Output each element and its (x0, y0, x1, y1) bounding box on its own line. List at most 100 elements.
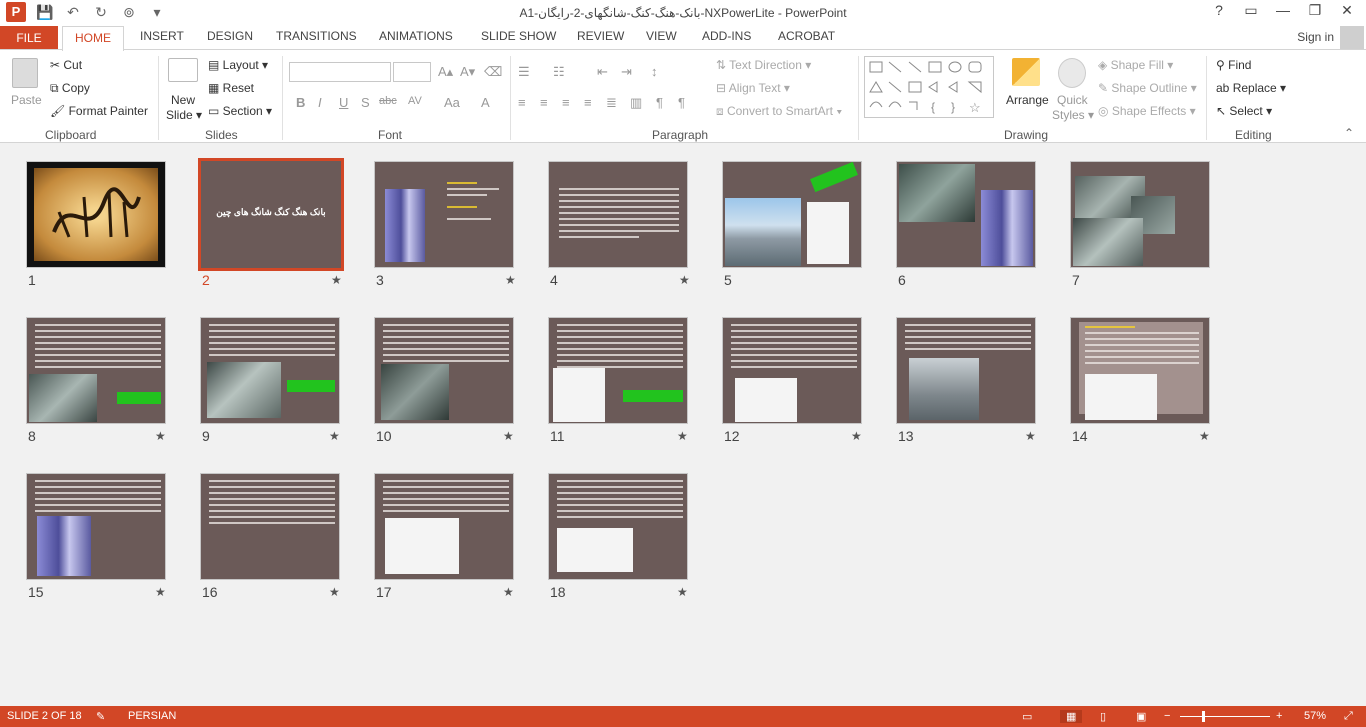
shape-fill-button[interactable]: ◈ Shape Fill ▾ (1098, 58, 1173, 72)
convert-smartart-button[interactable]: ⧈ Convert to SmartArt ▾ (716, 104, 842, 119)
strikethrough-button[interactable]: abc (379, 95, 397, 107)
slide-thumbnail[interactable] (548, 317, 688, 424)
quick-styles-button[interactable]: Quick (1057, 93, 1088, 107)
tab-design[interactable]: DESIGN (207, 29, 253, 43)
animation-star-icon[interactable]: ★ (331, 273, 342, 287)
align-left-icon[interactable]: ≡ (518, 95, 526, 110)
decrease-indent-icon[interactable]: ⇤ (597, 64, 608, 80)
shape-effects-button[interactable]: ◎ Shape Effects ▾ (1098, 104, 1196, 118)
slide-thumbnail[interactable] (200, 473, 340, 580)
sign-in-link[interactable]: Sign in (1297, 30, 1334, 44)
avatar[interactable] (1340, 26, 1364, 50)
grow-font-icon[interactable]: A▴ (438, 64, 453, 80)
tab-animations[interactable]: ANIMATIONS (379, 29, 453, 43)
ltr-icon[interactable]: ¶ (678, 95, 685, 110)
animation-star-icon[interactable]: ★ (1025, 429, 1036, 443)
cut-button[interactable]: ✂ Cut (50, 58, 82, 72)
align-right-icon[interactable]: ≡ (562, 95, 570, 110)
zoom-slider-thumb[interactable] (1202, 711, 1205, 722)
zoom-level[interactable]: 57% (1304, 710, 1326, 722)
font-name-field[interactable] (289, 62, 391, 82)
animation-star-icon[interactable]: ★ (677, 585, 688, 599)
slide-thumbnail[interactable] (722, 317, 862, 424)
slide-thumbnail[interactable] (26, 317, 166, 424)
align-text-button[interactable]: ⊟ Align Text ▾ (716, 81, 790, 95)
reset-button[interactable]: ▦ Reset (208, 81, 254, 95)
animation-star-icon[interactable]: ★ (503, 585, 514, 599)
tab-view[interactable]: VIEW (646, 29, 677, 43)
font-color-button[interactable]: A (481, 95, 490, 110)
tab-slide-show[interactable]: SLIDE SHOW (481, 29, 556, 43)
copy-button[interactable]: ⧉ Copy (50, 81, 90, 96)
slide-thumbnail[interactable] (200, 317, 340, 424)
slideshow-view-icon[interactable]: ▣ (1136, 710, 1146, 723)
animation-star-icon[interactable]: ★ (505, 273, 516, 287)
slide-thumbnail[interactable] (374, 317, 514, 424)
slide-thumbnail[interactable] (26, 473, 166, 580)
slide-thumbnail[interactable] (374, 473, 514, 580)
slide-thumbnail[interactable] (1070, 317, 1210, 424)
shape-outline-button[interactable]: ✎ Shape Outline ▾ (1098, 81, 1197, 95)
replace-button[interactable]: ab Replace ▾ (1216, 81, 1286, 95)
minimize-button[interactable]: — (1270, 2, 1296, 19)
layout-button[interactable]: ▤ Layout ▾ (208, 58, 268, 72)
slide-thumbnail[interactable] (896, 317, 1036, 424)
underline-button[interactable]: U (339, 95, 348, 110)
quick-styles-dropdown[interactable]: Styles ▾ (1052, 108, 1094, 122)
shrink-font-icon[interactable]: A▾ (460, 64, 475, 80)
format-painter-button[interactable]: 🖌 Format Painter (50, 104, 148, 118)
restore-button[interactable]: ❐ (1302, 2, 1328, 19)
slide-thumbnail[interactable] (26, 161, 166, 268)
tab-home[interactable]: HOME (62, 26, 124, 51)
italic-button[interactable]: I (318, 95, 322, 110)
arrange-icon[interactable] (1012, 58, 1040, 86)
section-button[interactable]: ▭ Section ▾ (208, 104, 272, 118)
paste-icon[interactable] (12, 58, 38, 88)
slide-thumbnail[interactable] (1070, 161, 1210, 268)
reading-view-icon[interactable]: ▯ (1100, 710, 1106, 723)
select-button[interactable]: ↖ Select ▾ (1216, 104, 1272, 118)
animation-star-icon[interactable]: ★ (155, 429, 166, 443)
quick-styles-icon[interactable] (1058, 58, 1086, 88)
notes-icon[interactable]: ✎ (96, 710, 105, 723)
paste-button[interactable]: Paste (11, 93, 42, 107)
slide-thumbnail[interactable] (722, 161, 862, 268)
distributed-icon[interactable]: ≣ (606, 95, 617, 111)
bullets-icon[interactable]: ☰ (518, 64, 530, 80)
animation-star-icon[interactable]: ★ (503, 429, 514, 443)
slide-thumbnail[interactable] (374, 161, 514, 268)
line-spacing-icon[interactable]: ↕ (651, 64, 658, 79)
tab-review[interactable]: REVIEW (577, 29, 624, 43)
slide-thumbnail[interactable] (548, 473, 688, 580)
close-button[interactable]: ✕ (1334, 2, 1360, 19)
tab-insert[interactable]: INSERT (140, 29, 184, 43)
shapes-gallery[interactable]: { } ☆ (864, 56, 994, 118)
text-shadow-button[interactable]: S (361, 95, 370, 110)
slide-thumbnail-selected[interactable]: بانک هنگ کنگ شانگ های چین (198, 158, 344, 271)
animation-star-icon[interactable]: ★ (329, 429, 340, 443)
numbering-icon[interactable]: ☷ (553, 64, 565, 80)
collapse-ribbon-icon[interactable]: ⌃ (1344, 126, 1354, 140)
align-center-icon[interactable]: ≡ (540, 95, 548, 110)
slide-thumbnail[interactable] (896, 161, 1036, 268)
zoom-slider[interactable] (1180, 716, 1270, 717)
animation-star-icon[interactable]: ★ (679, 273, 690, 287)
new-slide-icon[interactable] (168, 58, 198, 82)
normal-view-icon[interactable]: ▭ (1022, 710, 1032, 723)
fit-slide-icon[interactable]: ⤢ (1344, 710, 1353, 723)
animation-star-icon[interactable]: ★ (1199, 429, 1210, 443)
increase-indent-icon[interactable]: ⇥ (621, 64, 632, 80)
new-slide-dropdown[interactable]: Slide ▾ (166, 108, 202, 122)
justify-icon[interactable]: ≡ (584, 95, 592, 110)
columns-icon[interactable]: ▥ (630, 95, 642, 111)
tab-file[interactable]: FILE (0, 26, 58, 50)
language-indicator[interactable]: PERSIAN (128, 710, 176, 722)
tab-transitions[interactable]: TRANSITIONS (276, 29, 357, 43)
change-case-button[interactable]: Aa (444, 95, 460, 110)
arrange-button[interactable]: Arrange (1006, 93, 1049, 107)
font-size-field[interactable] (393, 62, 431, 82)
clear-formatting-icon[interactable]: ⌫ (484, 64, 502, 80)
ribbon-display-options-button[interactable]: ▭ (1238, 2, 1264, 19)
animation-star-icon[interactable]: ★ (677, 429, 688, 443)
bold-button[interactable]: B (296, 95, 305, 110)
